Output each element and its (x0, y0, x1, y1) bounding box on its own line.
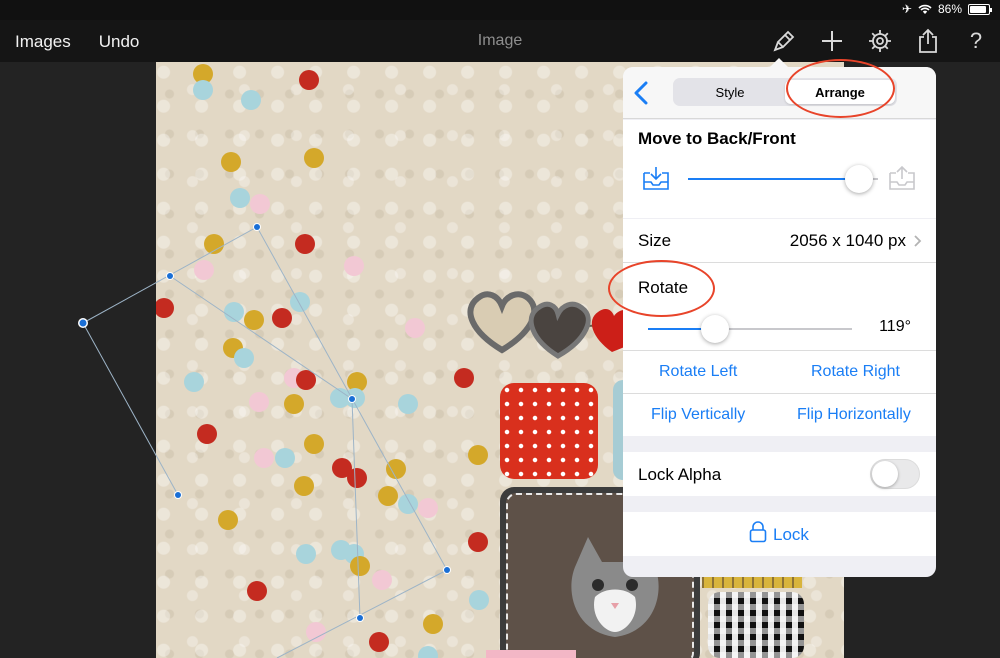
divider (623, 393, 936, 394)
popover-header: Style Arrange (623, 67, 936, 119)
confetti-dot (290, 292, 310, 312)
confetti-dot (468, 532, 488, 552)
confetti-dot (296, 544, 316, 564)
settings-button[interactable] (856, 20, 904, 62)
question-mark-icon: ? (969, 28, 983, 53)
confetti-dot (224, 302, 244, 322)
flip-horizontally-button[interactable]: Flip Horizontally (797, 406, 911, 424)
confetti-dot (296, 370, 316, 390)
heart-garland-sticker (467, 291, 632, 359)
confetti-dot (218, 510, 238, 530)
confetti-dot (230, 188, 250, 208)
back-chevron-icon[interactable] (631, 81, 653, 105)
move-slider-fill (688, 178, 859, 180)
confetti-dot (275, 448, 295, 468)
confetti-dot (193, 80, 213, 100)
confetti-dot (345, 388, 365, 408)
confetti-dot (469, 590, 489, 610)
size-label: Size (638, 231, 672, 250)
confetti-dot (350, 556, 370, 576)
divider (623, 262, 936, 263)
add-button[interactable] (808, 20, 856, 62)
lock-alpha-toggle[interactable] (870, 459, 920, 489)
undo-button[interactable]: Undo (99, 32, 140, 52)
confetti-dot (344, 256, 364, 276)
confetti-dot (294, 476, 314, 496)
help-button[interactable]: ? (952, 20, 1000, 62)
tab-arrange[interactable]: Arrange (785, 80, 895, 104)
confetti-dot (306, 622, 326, 642)
images-button[interactable]: Images (15, 32, 71, 52)
status-indicators: ✈ 86% (901, 2, 992, 16)
paintbrush-icon (773, 30, 795, 52)
confetti-dot (284, 394, 304, 414)
confetti-dot (254, 448, 274, 468)
confetti-dot (194, 260, 214, 280)
rotate-left-button[interactable]: Rotate Left (659, 363, 737, 381)
size-value[interactable]: 2056 x 1040 px (790, 231, 906, 251)
format-popover: Style Arrange Move to Back/Front Size 20… (623, 67, 936, 577)
status-bar: ✈ 86% (0, 0, 1000, 20)
confetti-dot (221, 152, 241, 172)
confetti-dot (184, 372, 204, 392)
pink-label-sticker (486, 650, 576, 658)
plus-icon (822, 31, 842, 51)
rotate-value: 119° (879, 318, 911, 335)
rotate-label: Rotate (638, 278, 689, 297)
confetti-dot (423, 614, 443, 634)
share-icon (919, 28, 937, 53)
share-button[interactable] (904, 20, 952, 62)
flip-vertically-button[interactable]: Flip Vertically (651, 406, 745, 424)
airplane-icon: ✈ (901, 2, 912, 16)
tab-style[interactable]: Style (675, 80, 785, 104)
confetti-dot (156, 298, 174, 318)
gear-icon (869, 30, 891, 52)
confetti-dot (244, 310, 264, 330)
confetti-dot (418, 498, 438, 518)
rotate-right-button[interactable]: Rotate Right (811, 363, 900, 381)
confetti-dot (250, 194, 270, 214)
red-polka-tile-sticker (500, 383, 598, 479)
battery-icon (968, 3, 992, 15)
confetti-dot (418, 646, 438, 658)
format-brush-button[interactable] (760, 20, 808, 62)
confetti-dot (197, 424, 217, 444)
wifi-icon (918, 4, 932, 14)
toggle-knob (872, 461, 898, 487)
confetti-dot (386, 459, 406, 479)
confetti-dot (398, 494, 418, 514)
confetti-dot (304, 434, 324, 454)
confetti-dot (204, 234, 224, 254)
confetti-dot (398, 394, 418, 414)
move-section-title: Move to Back/Front (638, 129, 796, 148)
confetti-dot (468, 445, 488, 465)
confetti-dot (347, 468, 367, 488)
divider (623, 350, 936, 351)
confetti-dot (372, 570, 392, 590)
confetti-dot (247, 581, 267, 601)
style-arrange-segmented-control: Style Arrange (673, 78, 897, 106)
lock-icon (749, 521, 767, 543)
confetti-dot (454, 368, 474, 388)
move-to-front-icon[interactable] (888, 165, 916, 191)
confetti-dot (272, 308, 292, 328)
lock-alpha-label: Lock Alpha (638, 465, 722, 484)
confetti-dot (369, 632, 389, 652)
confetti-dot (304, 148, 324, 168)
confetti-dot (249, 392, 269, 412)
chevron-right-icon (914, 235, 922, 247)
toolbar: Images Undo Image ? (0, 20, 1000, 62)
lock-button[interactable]: Lock (773, 525, 809, 545)
confetti-dot (295, 234, 315, 254)
confetti-dot (234, 348, 254, 368)
confetti-dot (405, 318, 425, 338)
move-slider-knob[interactable] (845, 165, 873, 193)
confetti-dot (299, 70, 319, 90)
confetti-dot (378, 486, 398, 506)
battery-percent: 86% (937, 2, 962, 16)
move-to-back-icon[interactable] (642, 165, 670, 191)
gingham-tile-sticker (708, 592, 804, 658)
confetti-dot (241, 90, 261, 110)
